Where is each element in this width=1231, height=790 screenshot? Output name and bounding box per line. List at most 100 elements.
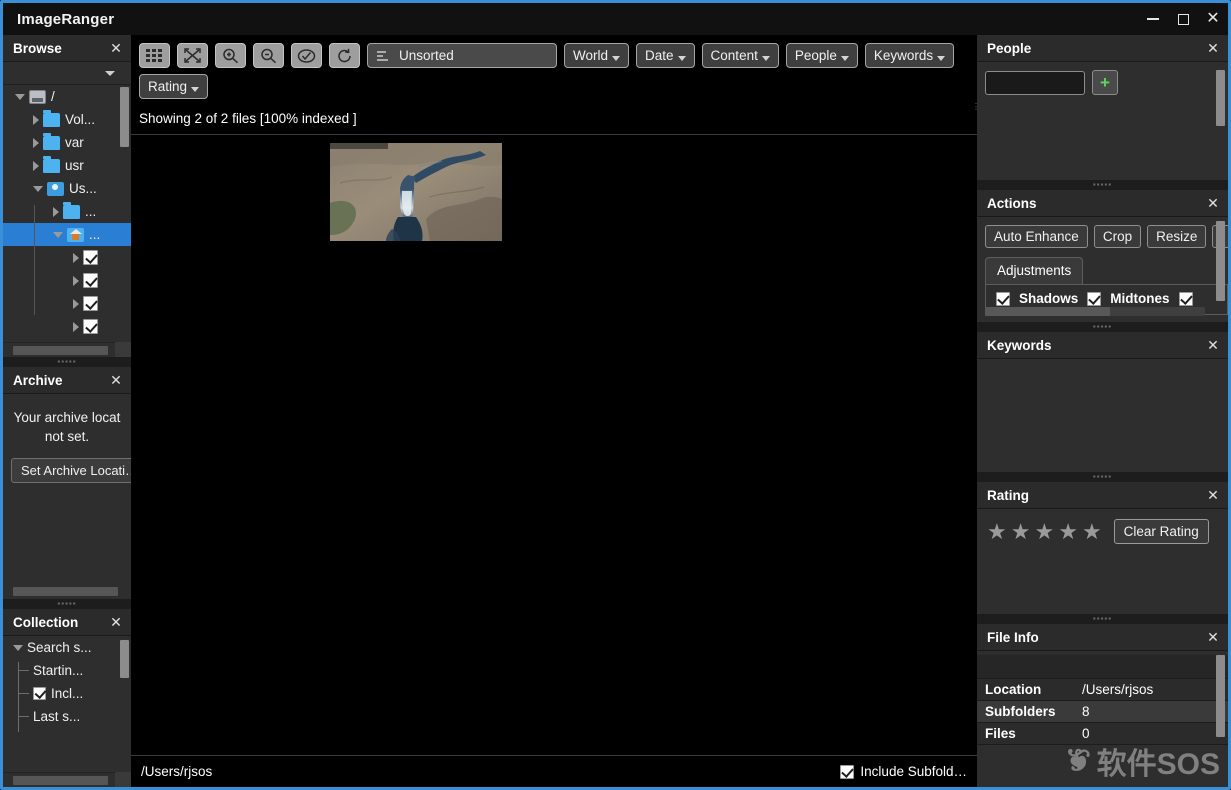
tree-item-var[interactable]: var [3, 131, 131, 154]
chevron-right-icon[interactable] [73, 252, 79, 263]
keywords-close-icon[interactable]: ✕ [1204, 338, 1222, 352]
star-2[interactable]: ★ [1011, 520, 1031, 543]
zoom-in-icon[interactable] [215, 43, 246, 68]
midtones-checkbox[interactable] [1087, 291, 1102, 306]
chevron-down-icon[interactable] [13, 644, 23, 651]
clear-rating-button[interactable]: Clear Rating [1113, 519, 1209, 544]
filter-rating-button[interactable]: Rating [139, 74, 209, 99]
tree-item-users[interactable]: Us... [3, 177, 131, 200]
splitter-archive-collection[interactable]: ▪▪▪▪▪ [3, 599, 131, 609]
set-archive-location-button[interactable]: Set Archive Locati… [11, 458, 131, 483]
shadows-checkbox[interactable] [996, 291, 1010, 306]
collection-close-icon[interactable]: ✕ [107, 615, 125, 629]
tree-item-sub-2[interactable] [3, 269, 131, 292]
star-4[interactable]: ★ [1058, 520, 1078, 543]
chevron-right-icon[interactable] [53, 206, 59, 217]
tree-item-root[interactable]: / [3, 85, 131, 108]
star-1[interactable]: ★ [987, 520, 1007, 543]
folder-tree[interactable]: / Vol... var usr Us... ... ... [3, 85, 131, 357]
checkbox-icon[interactable] [83, 296, 98, 311]
collection-vertical-scrollbar[interactable] [120, 640, 129, 678]
zoom-out-icon[interactable] [253, 43, 284, 68]
filter-date-button[interactable]: Date [636, 43, 695, 68]
people-vertical-scrollbar[interactable] [1216, 70, 1225, 126]
auto-enhance-button[interactable]: Auto Enhance [985, 225, 1088, 248]
tree-item-sub-3[interactable] [3, 292, 131, 315]
filter-keywords-button[interactable]: Keywords [864, 43, 955, 68]
scroll-thumb[interactable] [13, 776, 108, 785]
table-row[interactable]: Files 0 [977, 722, 1228, 745]
table-row[interactable]: Location /Users/rjsos [977, 679, 1228, 701]
splitter-actions-keywords[interactable]: ▪▪▪▪▪ [977, 322, 1228, 332]
minimize-button[interactable] [1138, 3, 1168, 35]
people-close-icon[interactable]: ✕ [1204, 41, 1222, 55]
star-rating-control[interactable]: ★ ★ ★ ★ ★ Clear Rating [977, 509, 1228, 544]
highlights-checkbox[interactable] [1178, 291, 1193, 306]
actions-close-icon[interactable]: ✕ [1204, 196, 1222, 210]
resize-button[interactable]: Resize [1147, 225, 1207, 248]
collection-item-last[interactable]: Last s... [3, 705, 131, 728]
star-3[interactable]: ★ [1034, 520, 1054, 543]
crop-button[interactable]: Crop [1093, 225, 1142, 248]
include-subfolders-control[interactable]: Include Subfold… [840, 764, 967, 779]
chevron-right-icon[interactable] [73, 321, 79, 332]
tree-item-volumes[interactable]: Vol... [3, 108, 131, 131]
file-info-close-icon[interactable]: ✕ [1204, 630, 1222, 644]
browse-close-icon[interactable]: ✕ [107, 41, 125, 55]
tree-item-shared[interactable]: ... [3, 200, 131, 223]
file-info-vertical-scrollbar[interactable] [1216, 655, 1225, 737]
tab-adjustments[interactable]: Adjustments [985, 257, 1084, 284]
browse-filter-bar[interactable] [3, 62, 131, 85]
grid-view-icon[interactable] [139, 43, 170, 68]
collection-item-starting[interactable]: Startin... [3, 659, 131, 682]
splitter-browse-archive[interactable]: ▪▪▪▪▪ [3, 357, 131, 367]
scroll-thumb[interactable] [13, 587, 118, 596]
splitter-people-actions[interactable]: ▪▪▪▪▪ [977, 180, 1228, 190]
maximize-button[interactable] [1168, 3, 1198, 35]
chevron-right-icon[interactable] [73, 298, 79, 309]
tree-item-sub-1[interactable] [3, 246, 131, 269]
checkbox-icon[interactable] [83, 273, 98, 288]
filter-people-button[interactable]: People [785, 43, 858, 68]
photo-thumbnail[interactable] [327, 140, 505, 244]
collection-horizontal-scrollbar[interactable] [3, 772, 131, 787]
close-button[interactable]: ✕ [1198, 3, 1228, 35]
filter-content-button[interactable]: Content [701, 43, 779, 68]
include-subfolders-checkbox[interactable] [840, 764, 855, 779]
splitter-keywords-rating[interactable]: ▪▪▪▪▪ [977, 472, 1228, 482]
thumbnail-canvas[interactable] [131, 135, 977, 755]
keywords-panel-body[interactable] [977, 359, 1228, 472]
checkbox-icon[interactable] [83, 250, 98, 265]
tree-vertical-scrollbar[interactable] [120, 87, 129, 147]
chevron-down-icon[interactable] [15, 93, 25, 100]
filter-world-button[interactable]: World [564, 43, 630, 68]
checkbox-icon[interactable] [33, 687, 46, 700]
collection-item-include[interactable]: Incl... [3, 682, 131, 705]
tree-item-sub-4[interactable] [3, 315, 131, 338]
chevron-right-icon[interactable] [33, 137, 39, 148]
actions-vertical-scrollbar[interactable] [1216, 221, 1225, 301]
refresh-icon[interactable] [329, 43, 360, 68]
checkbox-icon[interactable] [83, 319, 98, 334]
select-check-icon[interactable] [291, 43, 322, 68]
chevron-right-icon[interactable] [33, 160, 39, 171]
chevron-down-icon[interactable] [33, 185, 43, 192]
actions-horizontal-scrollbar[interactable] [985, 307, 1205, 316]
collection-item-search[interactable]: Search s... [3, 636, 131, 659]
add-person-button[interactable]: + [1092, 70, 1118, 95]
tree-item-usr[interactable]: usr [3, 154, 131, 177]
chevron-down-icon[interactable] [53, 231, 63, 238]
scroll-thumb[interactable] [13, 346, 108, 355]
table-row[interactable]: Subfolders 8 [977, 700, 1228, 723]
scroll-thumb[interactable] [985, 307, 1110, 316]
sort-dropdown[interactable]: Unsorted [367, 43, 557, 68]
archive-close-icon[interactable]: ✕ [107, 373, 125, 387]
rating-close-icon[interactable]: ✕ [1204, 488, 1222, 502]
tree-horizontal-scrollbar[interactable] [3, 342, 131, 357]
tree-item-home-selected[interactable]: ... [3, 223, 131, 246]
chevron-right-icon[interactable] [73, 275, 79, 286]
fullscreen-icon[interactable] [177, 43, 208, 68]
chevron-right-icon[interactable] [33, 114, 39, 125]
star-5[interactable]: ★ [1082, 520, 1102, 543]
archive-horizontal-scrollbar[interactable] [3, 584, 131, 599]
